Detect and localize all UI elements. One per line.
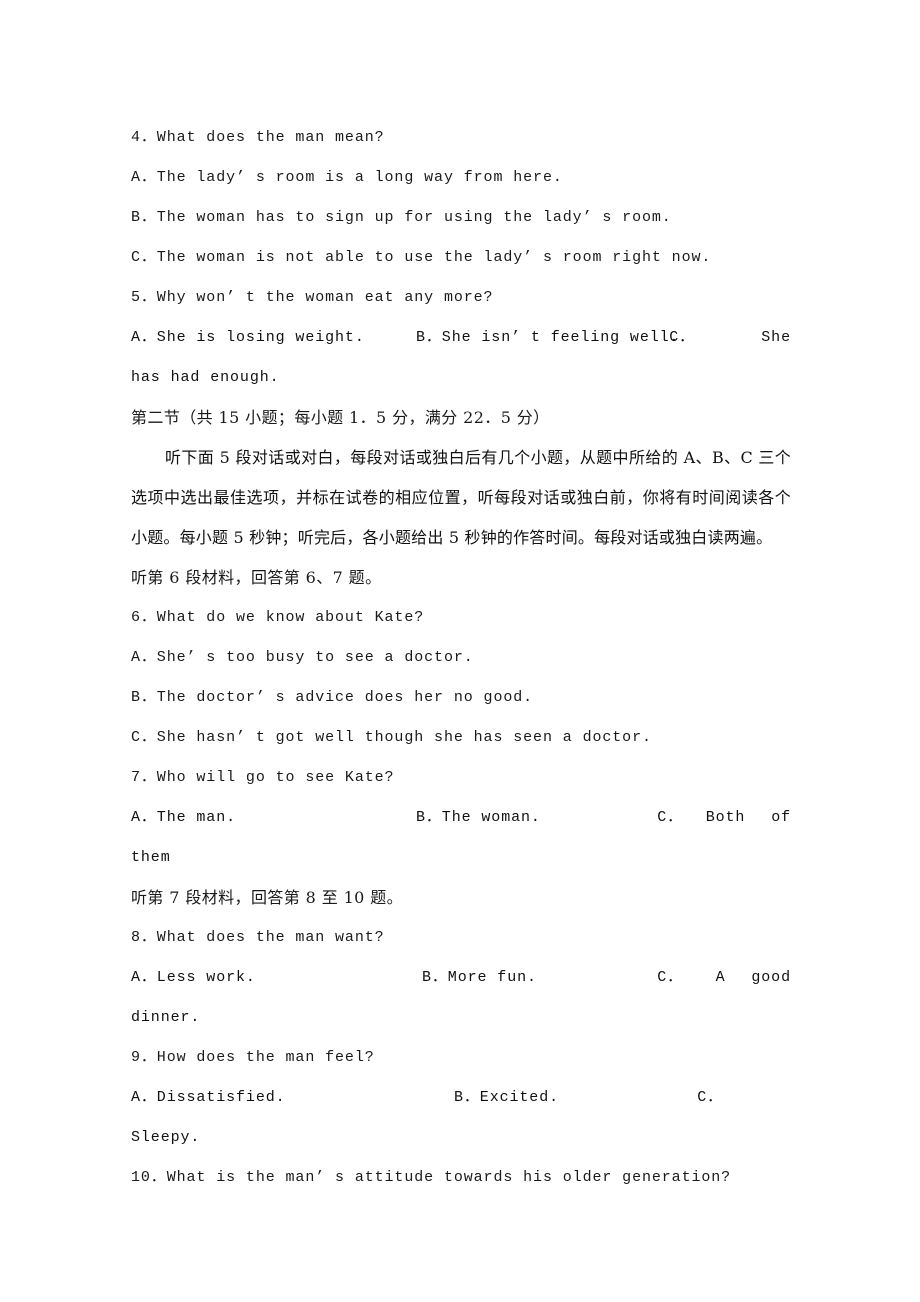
- exam-content: 4．What does the man mean? A．The lady’ s …: [131, 118, 791, 1198]
- question-7-option-c-wrap: them: [131, 849, 171, 866]
- question-9-options-row: A．Dissatisfied. B．Excited. C．: [131, 1078, 791, 1118]
- question-10-stem: 10．What is the man’ s attitude towards h…: [131, 1169, 732, 1186]
- question-8-option-c-tail: A good: [715, 969, 791, 986]
- question-7-option-b: B．The woman.: [416, 809, 541, 826]
- question-9-option-a: A．Dissatisfied.: [131, 1089, 286, 1106]
- question-6-option-a: A．She’ s too busy to see a doctor.: [131, 649, 474, 666]
- question-7-options-row: A．The man. B．The woman. C． Both of: [131, 798, 791, 838]
- section-two-instructions: 听下面 5 段对话或对白，每段对话或独白后有几个小题，从题中所给的 A、B、C …: [131, 448, 791, 547]
- listening-cue-8-10: 听第 7 段材料，回答第 8 至 10 题。: [131, 888, 404, 907]
- section-two-heading: 第二节（共 15 小题；每小题 1．5 分，满分 22．5 分）: [131, 408, 550, 427]
- question-5-options-row: A．She is losing weight. B．She isn’ t fee…: [131, 318, 791, 358]
- question-9-option-c-label: C．: [697, 1089, 723, 1106]
- question-4-option-c: C．The woman is not able to use the lady’…: [131, 249, 712, 266]
- question-8-options-row: A．Less work. B．More fun. C． A good: [131, 958, 791, 998]
- question-9-option-b: B．Excited.: [454, 1089, 560, 1106]
- question-9-stem: 9．How does the man feel?: [131, 1049, 375, 1066]
- exam-page: 4．What does the man mean? A．The lady’ s …: [0, 0, 920, 1302]
- question-7-option-c-label: C．: [657, 809, 683, 826]
- question-8-stem: 8．What does the man want?: [131, 929, 385, 946]
- question-4-option-b: B．The woman has to sign up for using the…: [131, 209, 672, 226]
- question-6-option-b: B．The doctor’ s advice does her no good.: [131, 689, 534, 706]
- question-6-stem: 6．What do we know about Kate?: [131, 609, 425, 626]
- question-8-option-b: B．More fun.: [422, 969, 537, 986]
- question-9-option-c-wrap: Sleepy.: [131, 1129, 201, 1146]
- listening-cue-6-7: 听第 6 段材料，回答第 6、7 题。: [131, 568, 382, 587]
- question-6-option-c: C．She hasn’ t got well though she has se…: [131, 729, 652, 746]
- question-5-option-c-label: C．: [669, 329, 695, 346]
- question-7-stem: 7．Who will go to see Kate?: [131, 769, 395, 786]
- question-8-option-a: A．Less work.: [131, 969, 256, 986]
- question-7-option-c-tail: Both of: [705, 809, 791, 826]
- question-5-option-b: B．She isn’ t feeling well.: [416, 329, 680, 346]
- question-8-option-c-wrap: dinner.: [131, 1009, 201, 1026]
- question-5-option-c-tail: She: [761, 329, 791, 346]
- question-8-option-c-label: C．: [657, 969, 683, 986]
- question-5-stem: 5．Why won’ t the woman eat any more?: [131, 289, 494, 306]
- question-7-option-a: A．The man.: [131, 809, 237, 826]
- question-5-option-a: A．She is losing weight.: [131, 329, 365, 346]
- question-4-stem: 4．What does the man mean?: [131, 129, 385, 146]
- question-4-option-a: A．The lady’ s room is a long way from he…: [131, 169, 563, 186]
- question-5-option-c-wrap: has had enough.: [131, 369, 280, 386]
